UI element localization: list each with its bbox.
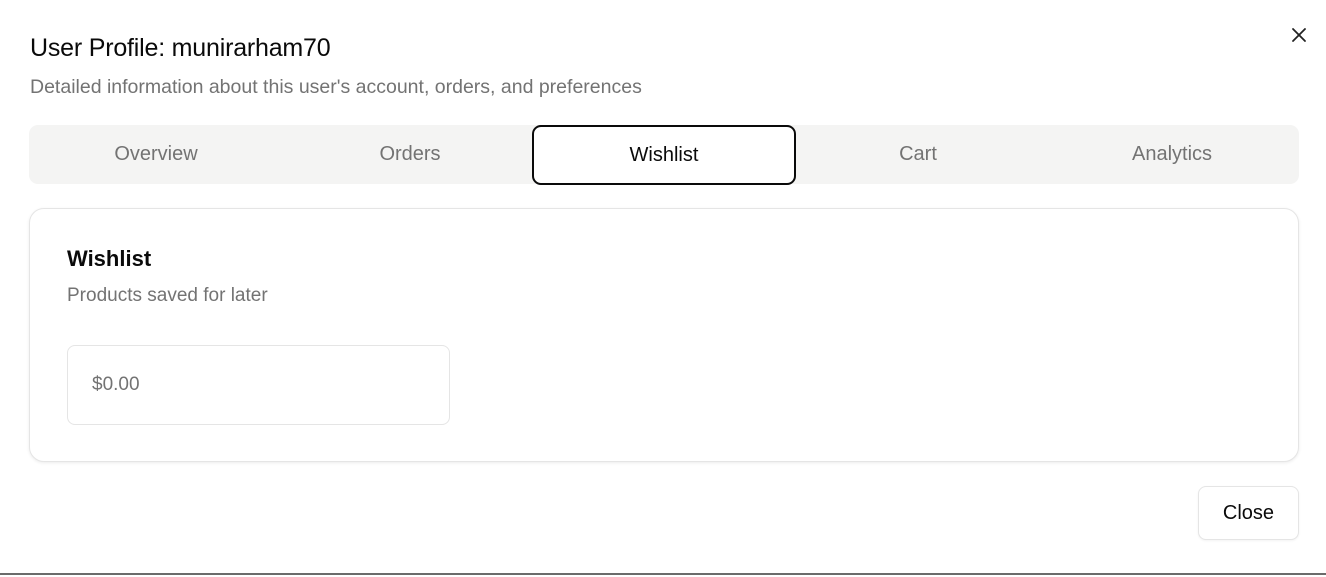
- tab-overview[interactable]: Overview: [29, 125, 283, 184]
- close-button[interactable]: Close: [1198, 486, 1299, 540]
- wishlist-total-box: $0.00: [67, 345, 450, 425]
- wishlist-total-value: $0.00: [92, 374, 140, 395]
- tab-cart[interactable]: Cart: [791, 125, 1045, 184]
- wishlist-card: Wishlist Products saved for later $0.00: [29, 208, 1299, 462]
- tab-analytics[interactable]: Analytics: [1045, 125, 1299, 184]
- card-description: Products saved for later: [67, 285, 268, 306]
- card-title: Wishlist: [67, 246, 152, 271]
- tab-wishlist[interactable]: Wishlist: [532, 125, 796, 185]
- close-x-glyph: [1292, 28, 1306, 42]
- user-profile-dialog: User Profile: munirarham70 Detailed info…: [0, 0, 1326, 575]
- dialog-title: User Profile: munirarham70: [30, 34, 331, 62]
- profile-tabs: Overview Orders Cart Analytics Wishlist: [29, 125, 1299, 185]
- dialog-subtitle: Detailed information about this user's a…: [30, 76, 642, 98]
- close-icon[interactable]: [1286, 22, 1312, 48]
- tab-orders[interactable]: Orders: [283, 125, 537, 184]
